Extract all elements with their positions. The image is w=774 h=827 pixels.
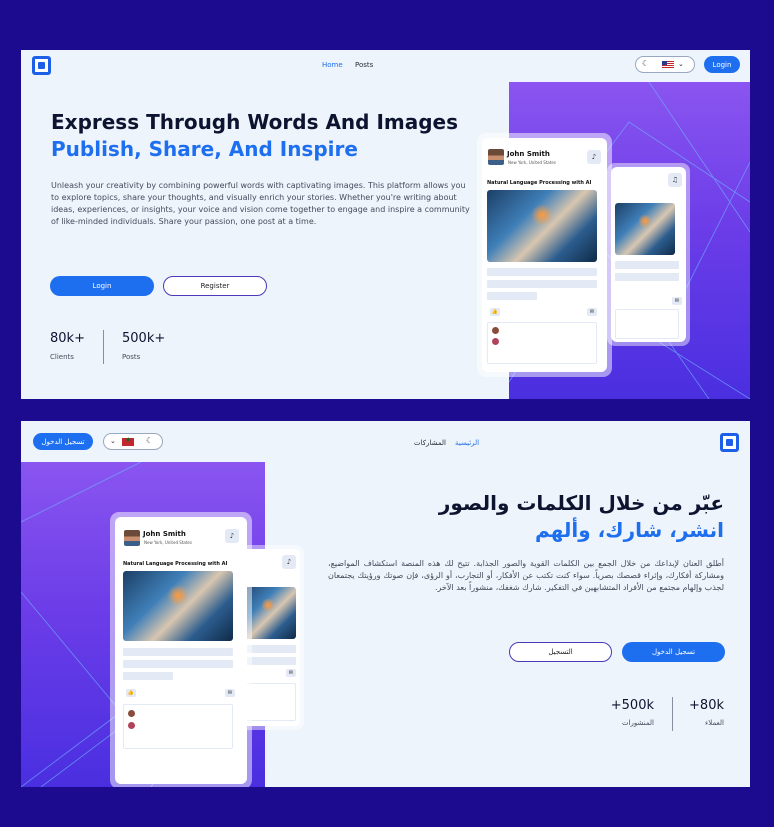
chevron-down-icon[interactable]: ⌄ — [110, 437, 116, 445]
flag-icon[interactable] — [122, 436, 134, 446]
settings-toggle[interactable]: ☾ ⌄ — [635, 56, 695, 73]
post-location: New York, United States — [508, 160, 556, 165]
moon-icon[interactable]: ☾ — [146, 436, 153, 445]
description: Unleash your creativity by combining pow… — [51, 181, 470, 226]
flag-icon[interactable] — [662, 61, 674, 69]
placeholder-line — [487, 280, 597, 288]
login-button[interactable]: تسجيل الدخول — [33, 433, 93, 450]
avatar — [488, 149, 504, 165]
login-button[interactable]: Login — [704, 56, 740, 73]
stat-label-clients: العملاء — [705, 719, 724, 727]
avatar — [128, 722, 135, 729]
stat-value-posts: 500k+ — [610, 698, 654, 713]
stat-label-posts: Posts — [122, 353, 141, 361]
hero-login-button[interactable]: Login — [50, 276, 154, 296]
comment-icon[interactable]: ✉ — [587, 308, 597, 316]
avatar — [124, 530, 140, 546]
stat-value-clients: 80k+ — [689, 698, 724, 713]
nav-home[interactable]: الرئيسية — [455, 439, 479, 447]
moon-icon[interactable]: ☾ — [642, 59, 649, 68]
hero-login-button[interactable]: تسجيل الدخول — [622, 642, 725, 662]
headline: عبّر من خلال الكلمات والصور — [438, 491, 724, 515]
subheadline: Publish, Share, And Inspire — [51, 137, 358, 161]
comment-icon[interactable]: ✉ — [225, 689, 235, 697]
placeholder-line — [615, 273, 679, 281]
like-icon[interactable]: 👍 — [490, 308, 500, 316]
hero-register-button[interactable]: Register — [163, 276, 267, 296]
post-image — [123, 571, 233, 641]
post-image — [615, 203, 675, 255]
hero-register-button[interactable]: التسجيل — [509, 642, 612, 662]
avatar — [492, 327, 499, 334]
stat-value-posts: 500k+ — [122, 331, 166, 346]
navbar: Home Posts ☾ ⌄ Login — [21, 50, 750, 80]
post-author: John Smith — [507, 150, 550, 158]
post-image — [487, 190, 597, 262]
comment-box — [615, 309, 679, 339]
stat-label-clients: Clients — [50, 353, 74, 361]
post-title: Natural Language Processing with AI — [487, 180, 592, 186]
navbar: تسجيل الدخول ⌄ ☾ المشاركات الرئيسية — [21, 421, 750, 452]
chevron-down-icon[interactable]: ⌄ — [678, 60, 684, 68]
logo-icon[interactable] — [720, 433, 739, 452]
post-card: John Smith New York, United States ♪ Nat… — [110, 512, 252, 787]
avatar — [492, 338, 499, 345]
comment-icon: ✉ — [286, 669, 296, 677]
placeholder-line — [487, 292, 537, 300]
stat-label-posts: المنشورات — [621, 719, 654, 727]
stat-divider — [672, 697, 673, 731]
nav-home[interactable]: Home — [322, 61, 343, 69]
description: أطلق العنان لإبداعك من خلال الجمع بين ال… — [328, 559, 724, 592]
bell-icon[interactable]: ♪ — [225, 529, 239, 543]
headline: Express Through Words And Images — [51, 110, 459, 134]
stat-value-clients: 80k+ — [50, 331, 85, 346]
nav-posts[interactable]: المشاركات — [414, 439, 446, 447]
arabic-landing-panel: تسجيل الدخول ⌄ ☾ المشاركات الرئيسية عبّر… — [21, 421, 750, 787]
avatar — [128, 710, 135, 717]
bell-icon: ♪ — [282, 555, 296, 569]
placeholder-line — [615, 261, 679, 269]
post-card: John Smith New York, United States ♪ Nat… — [477, 133, 612, 377]
placeholder-line — [123, 648, 233, 656]
comment-icon: ✉ — [672, 297, 682, 305]
post-location: New York, United States — [144, 540, 192, 545]
subheadline: انشر، شارك، وألهم — [535, 518, 724, 542]
post-author: John Smith — [143, 530, 186, 538]
post-card-back: ♫ ✉ — [607, 163, 690, 346]
like-icon[interactable]: 👍 — [126, 689, 136, 697]
settings-toggle[interactable]: ⌄ ☾ — [103, 433, 163, 450]
placeholder-line — [123, 660, 233, 668]
english-landing-panel: Home Posts ☾ ⌄ Login Express Through Wor… — [21, 50, 750, 399]
placeholder-line — [123, 672, 173, 680]
comment-box — [487, 322, 597, 364]
nav-posts[interactable]: Posts — [355, 61, 373, 69]
bell-icon: ♫ — [668, 173, 682, 187]
bell-icon[interactable]: ♪ — [587, 150, 601, 164]
comment-box — [123, 704, 233, 749]
logo-icon[interactable] — [32, 56, 51, 75]
placeholder-line — [487, 268, 597, 276]
post-title: Natural Language Processing with AI — [123, 561, 228, 567]
stat-divider — [103, 330, 104, 364]
